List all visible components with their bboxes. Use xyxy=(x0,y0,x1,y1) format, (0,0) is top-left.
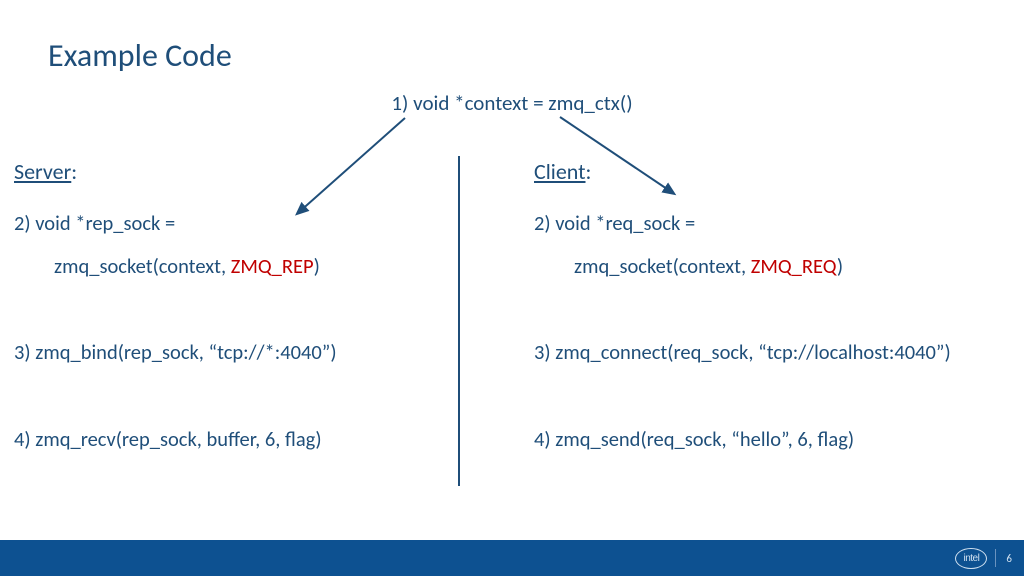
page-number: 6 xyxy=(1006,552,1012,565)
client-step-2: 2) void *req_sock = zmq_socket(context, … xyxy=(534,209,1000,280)
client-step-3: 3) zmq_connect(req_sock, “tcp://localhos… xyxy=(534,338,1000,367)
server-step-2b: zmq_socket(context, ZMQ_REP) xyxy=(14,252,502,281)
client-step-2b: zmq_socket(context, ZMQ_REQ) xyxy=(534,252,1000,281)
client-step-2a: 2) void *req_sock = xyxy=(534,210,695,236)
server-step-4: 4) zmq_recv(rep_sock, buffer, 6, flag) xyxy=(14,425,502,454)
server-step-2b-post: ) xyxy=(314,253,320,279)
server-socket-type: ZMQ_REP xyxy=(231,253,314,279)
client-socket-type: ZMQ_REQ xyxy=(751,253,837,279)
client-header-colon: : xyxy=(586,158,592,185)
server-header-colon: : xyxy=(71,158,77,185)
server-step-2a: 2) void *rep_sock = xyxy=(14,210,175,236)
server-header-text: Server xyxy=(14,158,71,185)
server-column: Server: 2) void *rep_sock = zmq_socket(c… xyxy=(14,158,512,512)
slide-footer: intel 6 xyxy=(0,540,1024,576)
code-columns: Server: 2) void *rep_sock = zmq_socket(c… xyxy=(14,158,1010,512)
slide-title: Example Code xyxy=(48,36,232,75)
context-code-line: 1) void *context = zmq_ctx() xyxy=(0,90,1024,116)
footer-separator xyxy=(995,549,996,567)
client-step-2b-pre: zmq_socket(context, xyxy=(574,253,751,279)
client-column: Client: 2) void *req_sock = zmq_socket(c… xyxy=(512,158,1010,512)
client-header: Client: xyxy=(534,158,1000,185)
server-step-2: 2) void *rep_sock = zmq_socket(context, … xyxy=(14,209,502,280)
server-step-2b-pre: zmq_socket(context, xyxy=(54,253,231,279)
server-header: Server: xyxy=(14,158,502,185)
intel-logo-icon: intel xyxy=(955,548,987,569)
client-header-text: Client xyxy=(534,158,586,185)
server-step-3: 3) zmq_bind(rep_sock, “tcp://*:4040”) xyxy=(14,338,502,367)
client-step-2b-post: ) xyxy=(837,253,843,279)
client-step-4: 4) zmq_send(req_sock, “hello”, 6, flag) xyxy=(534,425,1000,454)
